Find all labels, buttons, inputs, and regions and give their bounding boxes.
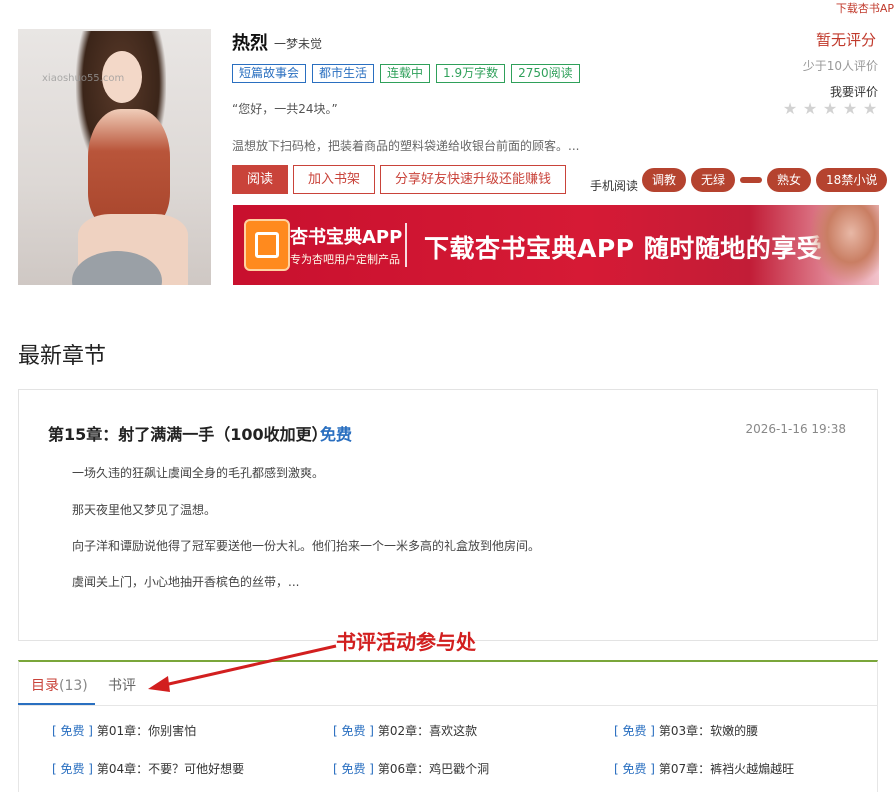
annotation-text: 书评活动参与处 <box>336 630 476 654</box>
tag-read-count: 2750阅读 <box>511 64 580 83</box>
rating-stars: ★ ★ ★ ★ ★ <box>782 101 878 117</box>
tag-status: 连载中 <box>380 64 431 83</box>
star-icon[interactable]: ★ <box>822 101 838 117</box>
toc-item[interactable]: [ 免费 ] 第02章：喜欢这款 <box>333 722 477 739</box>
tab-toc-label: 目录 <box>31 678 59 694</box>
tab-review[interactable]: 书评 <box>108 675 136 695</box>
section-title-latest: 最新章节 <box>18 344 107 369</box>
keyword-pills: 调教 无绿 熟女 18禁小说 <box>642 168 888 192</box>
banner-app-subtitle: 专为杏吧用户定制产品 <box>290 253 400 266</box>
pill-keyword[interactable]: 熟女 <box>767 168 812 192</box>
star-icon[interactable]: ★ <box>782 101 798 117</box>
chapter-date: 2026-1-16 19:38 <box>745 422 847 436</box>
active-tab-indicator <box>18 703 95 705</box>
ratings-count: 少于10人评价 <box>802 59 878 73</box>
mobile-read-link[interactable]: 手机阅读 <box>590 177 638 194</box>
toc-item[interactable]: [ 免费 ] 第03章：软嫩的腰 <box>614 722 758 739</box>
banner-model-image <box>809 205 879 285</box>
star-icon[interactable]: ★ <box>842 101 858 117</box>
app-download-banner[interactable]: 杏书宝典APP 专为杏吧用户定制产品 下载杏书宝典APP 随时随地的享受 <box>233 205 879 285</box>
pill-keyword-empty[interactable] <box>740 177 763 183</box>
score-text: 暂无评分 <box>815 31 876 49</box>
annotation-arrow-icon <box>148 644 337 692</box>
toc-item[interactable]: [ 免费 ] 第06章：鸡巴戳个洞 <box>333 760 489 777</box>
rate-label: 我要评价 <box>829 85 878 99</box>
pill-keyword[interactable]: 18禁小说 <box>816 168 888 192</box>
tab-toc[interactable]: 目录(13) <box>31 675 88 695</box>
download-app-link[interactable]: 下载杏书AP <box>836 0 894 16</box>
book-cover-image[interactable]: xiaoshuo55.com <box>18 29 211 285</box>
read-button[interactable]: 阅读 <box>232 165 289 194</box>
toc-item[interactable]: [ 免费 ] 第07章：裤裆火越煽越旺 <box>614 760 794 777</box>
tabs-divider <box>18 705 878 706</box>
banner-app-name: 杏书宝典APP <box>290 227 403 248</box>
star-icon[interactable]: ★ <box>862 101 878 117</box>
toc-item[interactable]: [ 免费 ] 第04章：不要？可他好想要 <box>52 760 244 777</box>
chapter-free-badge: 免费 <box>320 425 353 444</box>
latest-chapter-title[interactable]: 第15章：射了满满一手（100收加更） <box>48 421 328 445</box>
chapter-paragraph: 虞闻关上门，小心地抽开香槟色的丝带，... <box>72 575 300 589</box>
tab-toc-count: (13) <box>59 678 88 694</box>
action-buttons: 阅读 加入书架 分享好友快速升级还能赚钱 <box>232 165 567 194</box>
chapter-paragraph: 向子洋和谭励说他得了冠军要送他一份大礼。他们抬来一个一米多高的礼盒放到他房间。 <box>72 539 541 553</box>
share-button[interactable]: 分享好友快速升级还能赚钱 <box>380 165 567 194</box>
author-link[interactable]: 一梦未觉 <box>274 35 322 52</box>
tag-genre[interactable]: 短篇故事会 <box>232 64 307 83</box>
chapter-paragraph: 那天夜里他又梦见了温想。 <box>72 503 217 517</box>
pill-keyword[interactable]: 调教 <box>642 168 687 192</box>
tag-word-count: 1.9万字数 <box>436 64 506 83</box>
app-logo-icon <box>244 219 290 271</box>
book-tags: 短篇故事会 都市生活 连载中 1.9万字数 2750阅读 <box>232 64 580 83</box>
pill-keyword[interactable]: 无绿 <box>691 168 736 192</box>
banner-headline: 下载杏书宝典APP 随时随地的享受 <box>424 234 823 263</box>
book-title: 热烈 <box>232 33 268 54</box>
book-quote: “您好，一共24块。” <box>232 102 338 116</box>
tag-category[interactable]: 都市生活 <box>312 64 375 83</box>
star-icon[interactable]: ★ <box>802 101 818 117</box>
cover-watermark: xiaoshuo55.com <box>42 73 125 84</box>
toc-item[interactable]: [ 免费 ] 第01章：你别害怕 <box>52 722 196 739</box>
chapter-paragraph: 一场久违的狂飙让虞闻全身的毛孔都感到激爽。 <box>72 466 325 480</box>
add-shelf-button[interactable]: 加入书架 <box>293 165 376 194</box>
banner-divider <box>405 223 407 267</box>
book-intro: 温想放下扫码枪，把装着商品的塑料袋递给收银台前面的顾客。... <box>232 139 580 153</box>
